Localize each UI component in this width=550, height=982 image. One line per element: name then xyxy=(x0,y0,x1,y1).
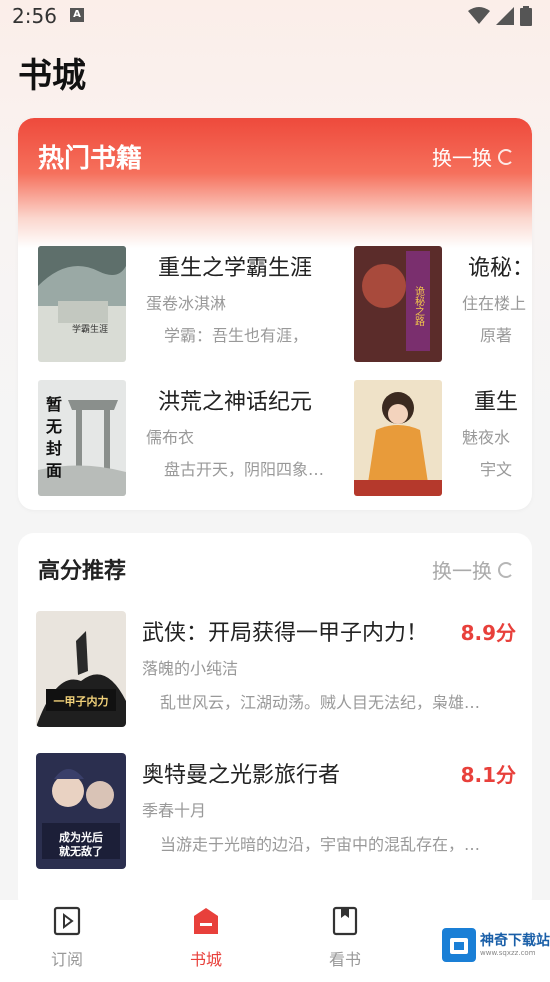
svg-text:面: 面 xyxy=(46,461,62,480)
hot-book-desc: 学霸：吾生也有涯， xyxy=(164,326,309,345)
book-icon xyxy=(332,906,358,936)
book-cover: 成为光后 就无敌了 xyxy=(36,753,126,869)
hot-book-author: 蛋卷冰淇淋 xyxy=(146,294,227,313)
rec-refresh-label: 换一换 xyxy=(432,559,492,583)
rec-book-score: 8.9分 xyxy=(460,621,516,645)
status-time: 2:56 xyxy=(12,4,57,28)
hot-book-name: 诡秘： xyxy=(468,256,532,281)
rec-refresh-button[interactable]: 换一换 xyxy=(432,555,514,584)
svg-text:一甲子内力: 一甲子内力 xyxy=(54,694,109,708)
rec-book-author: 落魄的小纯洁 xyxy=(142,659,239,678)
high-score-title: 高分推荐 xyxy=(38,559,127,584)
hot-book-item[interactable]: 学霸生涯 重生之学霸生涯 蛋卷冰淇淋 学霸：吾生也有涯， xyxy=(38,246,358,364)
rec-book-desc: 乱世风云，江湖动荡。贼人目无法纪，枭雄… xyxy=(160,693,481,712)
bookstore-icon xyxy=(194,908,218,934)
hot-book-name: 重生 xyxy=(474,390,519,415)
rec-book-name: 武侠：开局获得一甲子内力！ xyxy=(142,621,429,646)
subscribe-icon xyxy=(53,906,81,936)
hot-book-item[interactable]: 暂 无 封 面 洪荒之神话纪元 儒布衣 盘古开天，阴阳四象… xyxy=(38,380,358,498)
book-cover: 暂 无 封 面 xyxy=(38,380,126,496)
svg-text:就无敌了: 就无敌了 xyxy=(59,844,103,858)
high-score-card: 高分推荐 换一换 一甲子内力 武侠：开局获得一甲子内力！ 8.9分 落魄的小纯洁… xyxy=(18,533,532,913)
refresh-icon xyxy=(498,148,514,165)
page-title: 书城 xyxy=(18,56,86,96)
hot-books-card: 热门书籍 换一换 学霸生涯 重生之学霸生涯 蛋卷冰淇淋 学霸：吾生也有涯， 诡秘… xyxy=(18,118,532,510)
hot-book-item[interactable]: 诡秘之路 诡秘： 住在楼上 原著 xyxy=(354,246,532,364)
svg-text:暂: 暂 xyxy=(46,395,62,414)
hot-book-author: 住在楼上 xyxy=(462,294,527,313)
nav-subscribe-label: 订阅 xyxy=(50,950,83,969)
hot-book-name: 洪荒之神话纪元 xyxy=(158,390,313,415)
rec-book-name: 奥特曼之光影旅行者 xyxy=(142,763,341,788)
svg-text:学霸生涯: 学霸生涯 xyxy=(72,323,108,335)
hot-book-desc: 原著 xyxy=(480,326,513,345)
watermark-icon xyxy=(442,928,476,962)
book-cover xyxy=(354,380,442,496)
battery-icon xyxy=(520,6,532,26)
nav-bookstore[interactable]: 书城 xyxy=(161,906,251,970)
watermark-sub: www.sqxzz.com xyxy=(480,949,536,957)
hot-book-author: 儒布衣 xyxy=(146,428,195,447)
rec-book-desc: 当游走于光暗的边沿，宇宙中的混乱存在，… xyxy=(160,835,481,854)
notification-icon: A xyxy=(70,8,84,22)
status-bar: 2:56 A xyxy=(0,0,550,36)
svg-text:诡秘之路: 诡秘之路 xyxy=(413,285,425,327)
watermark-logo: 神奇下载站 www.sqxzz.com xyxy=(442,928,550,962)
nav-subscribe[interactable]: 订阅 xyxy=(22,906,112,970)
hot-book-author: 魅夜水 xyxy=(462,428,511,447)
rec-book-item[interactable]: 成为光后 就无敌了 奥特曼之光影旅行者 8.1分 季春十月 当游走于光暗的边沿，… xyxy=(36,753,516,873)
hot-book-item[interactable]: 重生 魅夜水 宇文 xyxy=(354,380,532,498)
wifi-icon xyxy=(468,7,490,24)
nav-reading-label: 看书 xyxy=(328,950,361,969)
rec-book-author: 季春十月 xyxy=(142,801,207,820)
hot-refresh-button[interactable]: 换一换 xyxy=(432,142,514,171)
hot-refresh-label: 换一换 xyxy=(432,146,492,170)
hot-books-title: 热门书籍 xyxy=(38,144,143,174)
svg-text:成为光后: 成为光后 xyxy=(59,830,103,844)
signal-icon xyxy=(496,7,514,25)
refresh-icon xyxy=(498,561,514,578)
rec-book-score: 8.1分 xyxy=(460,763,516,787)
status-icons xyxy=(468,6,532,26)
rec-book-item[interactable]: 一甲子内力 武侠：开局获得一甲子内力！ 8.9分 落魄的小纯洁 乱世风云，江湖动… xyxy=(36,611,516,731)
book-cover: 学霸生涯 xyxy=(38,246,126,362)
watermark-text: 神奇下载站 xyxy=(480,933,550,949)
nav-bookstore-label: 书城 xyxy=(189,950,222,969)
hot-book-name: 重生之学霸生涯 xyxy=(158,256,313,281)
book-cover: 一甲子内力 xyxy=(36,611,126,727)
hot-book-desc: 盘古开天，阴阳四象… xyxy=(164,460,325,479)
hot-book-desc: 宇文 xyxy=(480,460,513,479)
book-cover: 诡秘之路 xyxy=(354,246,442,362)
svg-text:无: 无 xyxy=(45,417,62,436)
nav-reading[interactable]: 看书 xyxy=(300,906,390,970)
svg-text:封: 封 xyxy=(46,439,62,458)
